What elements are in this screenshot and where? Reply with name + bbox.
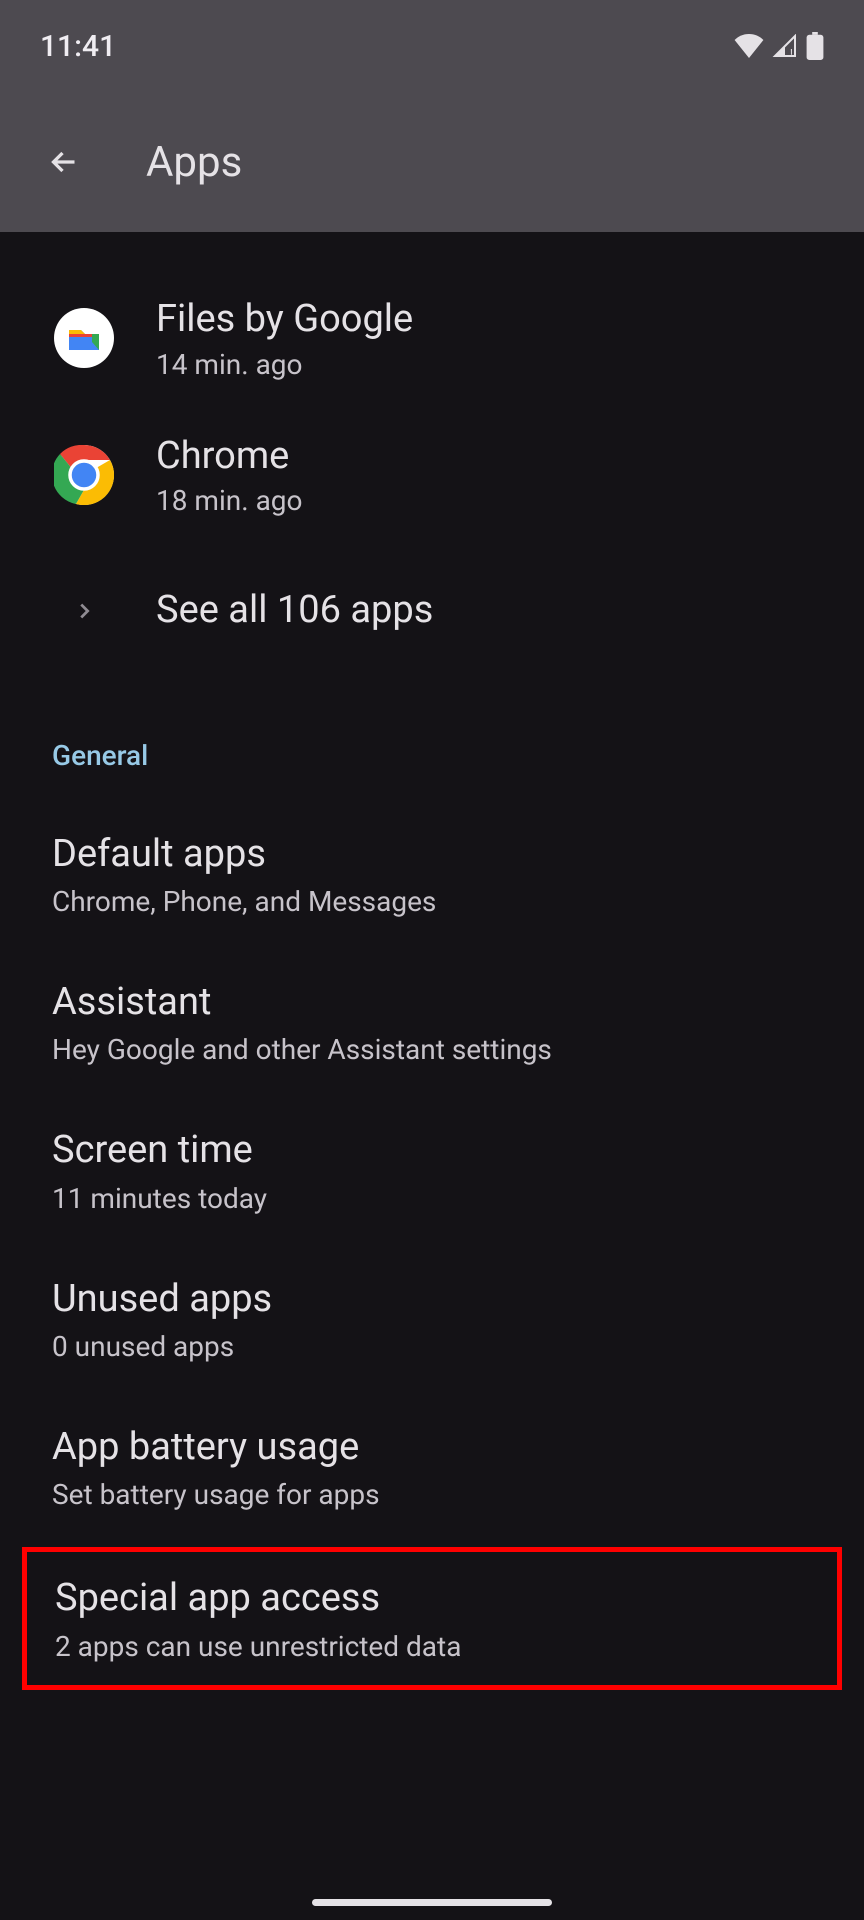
setting-sub: Set battery usage for apps bbox=[52, 1478, 812, 1511]
content-list: Files by Google 14 min. ago Chrome 18 mi… bbox=[0, 232, 864, 1690]
setting-assistant[interactable]: Assistant Hey Google and other Assistant… bbox=[0, 948, 864, 1096]
setting-title: Unused apps bbox=[52, 1275, 812, 1324]
setting-title: Screen time bbox=[52, 1126, 812, 1175]
battery-icon bbox=[806, 32, 824, 60]
app-name: Files by Google bbox=[156, 296, 413, 344]
svg-text:!: ! bbox=[790, 47, 793, 58]
recent-app-files[interactable]: Files by Google 14 min. ago bbox=[0, 270, 864, 407]
status-time: 11:41 bbox=[40, 29, 116, 64]
setting-sub: 11 minutes today bbox=[52, 1182, 812, 1215]
setting-app-battery[interactable]: App battery usage Set battery usage for … bbox=[0, 1393, 864, 1541]
signal-icon: ! bbox=[772, 34, 798, 58]
setting-sub: 0 unused apps bbox=[52, 1330, 812, 1363]
section-header-general: General bbox=[0, 679, 864, 800]
wifi-icon bbox=[734, 34, 764, 58]
setting-title: App battery usage bbox=[52, 1423, 812, 1472]
see-all-label: See all 106 apps bbox=[156, 587, 433, 635]
navigation-handle[interactable] bbox=[312, 1899, 552, 1906]
setting-title: Special app access bbox=[55, 1574, 809, 1623]
setting-sub: Hey Google and other Assistant settings bbox=[52, 1033, 812, 1066]
chrome-app-icon bbox=[54, 445, 114, 505]
app-header: Apps bbox=[0, 92, 864, 232]
app-time: 18 min. ago bbox=[156, 484, 303, 517]
setting-sub: 2 apps can use unrestricted data bbox=[55, 1630, 809, 1663]
setting-unused-apps[interactable]: Unused apps 0 unused apps bbox=[0, 1245, 864, 1393]
status-icons: ! bbox=[734, 32, 824, 60]
arrow-left-icon bbox=[46, 144, 82, 180]
files-app-icon bbox=[54, 308, 114, 368]
setting-screen-time[interactable]: Screen time 11 minutes today bbox=[0, 1096, 864, 1244]
app-name: Chrome bbox=[156, 433, 303, 481]
status-bar: 11:41 ! bbox=[0, 0, 864, 92]
page-title: Apps bbox=[146, 138, 242, 187]
setting-special-app-access[interactable]: Special app access 2 apps can use unrest… bbox=[22, 1547, 842, 1689]
chevron-right-icon bbox=[73, 600, 95, 622]
app-time: 14 min. ago bbox=[156, 348, 413, 381]
setting-default-apps[interactable]: Default apps Chrome, Phone, and Messages bbox=[0, 800, 864, 948]
back-button[interactable] bbox=[40, 138, 88, 186]
setting-title: Default apps bbox=[52, 830, 812, 879]
see-all-apps[interactable]: See all 106 apps bbox=[0, 543, 864, 679]
setting-sub: Chrome, Phone, and Messages bbox=[52, 885, 812, 918]
setting-title: Assistant bbox=[52, 978, 812, 1027]
recent-app-chrome[interactable]: Chrome 18 min. ago bbox=[0, 407, 864, 544]
